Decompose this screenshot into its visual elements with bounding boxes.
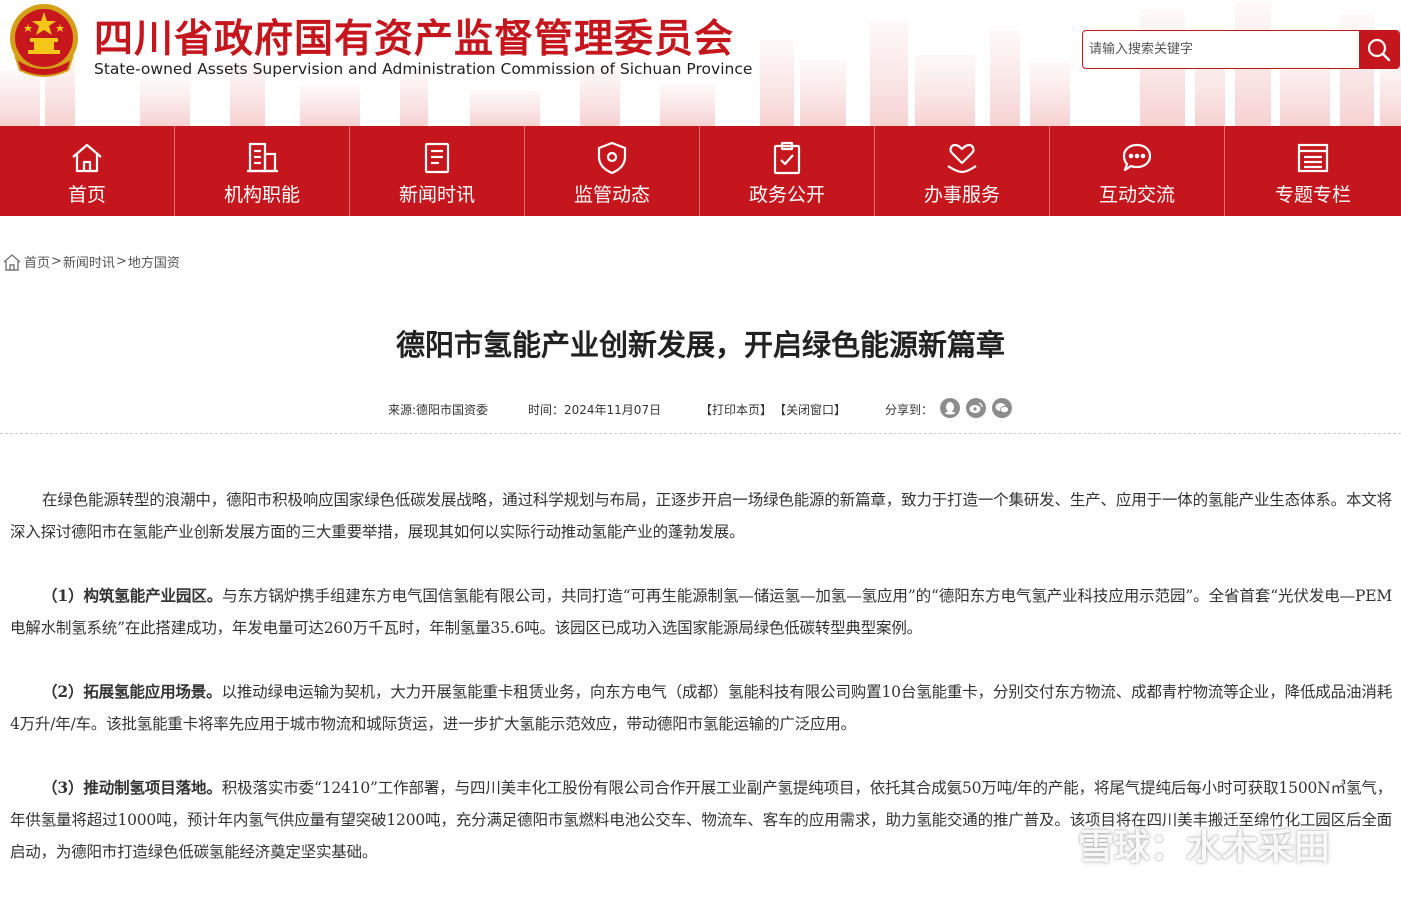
document-icon: [424, 142, 450, 173]
article-paragraph: （2）拓展氢能应用场景。以推动绿电运输为契机，大力开展氢能重卡租赁业务，向东方电…: [10, 676, 1392, 740]
chat-icon: [1122, 143, 1152, 171]
breadcrumb-news[interactable]: 新闻时讯: [63, 252, 115, 271]
qq-icon[interactable]: [940, 398, 960, 418]
nav-item-home[interactable]: 首页: [0, 126, 175, 216]
print-link[interactable]: 【打印本页】: [700, 401, 772, 418]
paragraph-text: 在绿色能源转型的浪潮中，德阳市积极响应国家绿色低碳发展战略，通过科学规划与布局，…: [10, 491, 1392, 541]
article-paragraph: 在绿色能源转型的浪潮中，德阳市积极响应国家绿色低碳发展战略，通过科学规划与布局，…: [10, 484, 1392, 548]
site-header: 四川省政府国有资产监督管理委员会 State-owned Assets Supe…: [0, 0, 1401, 126]
home-icon: [72, 143, 102, 172]
main-nav: 首页 机构职能 新闻时讯 监管动态 政务公开 办事服务 互动交流 专题专栏: [0, 126, 1401, 216]
national-emblem-icon: [10, 4, 78, 77]
nav-label: 机构职能: [223, 183, 300, 206]
nav-item-news[interactable]: 新闻时讯: [350, 126, 525, 216]
article-divider: [0, 433, 1401, 434]
nav-label: 首页: [67, 183, 106, 206]
clipboard-check-icon: [773, 141, 801, 174]
paragraph-lead: （1）构筑氢能产业园区。: [42, 586, 223, 605]
close-window-link[interactable]: 【关闭窗口】: [774, 401, 846, 418]
share-icons: [940, 398, 1012, 418]
article-title: 德阳市氢能产业创新发展，开启绿色能源新篇章: [395, 328, 1005, 362]
nav-item-services[interactable]: 办事服务: [875, 126, 1050, 216]
article-time: 时间：2024年11月07日: [528, 403, 662, 417]
nav-item-interaction[interactable]: 互动交流: [1050, 126, 1225, 216]
paragraph-lead: （2）拓展氢能应用场景。: [42, 682, 222, 701]
nav-item-government-affairs[interactable]: 政务公开: [700, 126, 875, 216]
home-icon: [3, 253, 21, 271]
nav-label: 新闻时讯: [398, 183, 475, 206]
breadcrumb-home[interactable]: 首页: [24, 252, 50, 271]
site-title-en: State-owned Assets Supervision and Admin…: [94, 60, 753, 78]
list-icon: [1297, 143, 1329, 172]
nav-label: 专题专栏: [1274, 183, 1351, 206]
search-button[interactable]: [1359, 31, 1399, 68]
nav-label: 监管动态: [573, 183, 650, 206]
nav-label: 政务公开: [748, 183, 825, 206]
building-icon: [247, 142, 278, 172]
nav-label: 办事服务: [923, 183, 1000, 206]
article-source: 来源:德阳市国资委: [388, 403, 489, 417]
search-input[interactable]: [1083, 31, 1359, 68]
nav-item-supervision[interactable]: 监管动态: [525, 126, 700, 216]
heart-hand-icon: [947, 143, 977, 173]
breadcrumb-local-sasac[interactable]: 地方国资: [128, 252, 180, 271]
watermark-text: 雪球：水木采田: [1078, 827, 1331, 868]
xueqiu-watermark: 雪球：水木采田: [1030, 818, 1330, 870]
share-label: 分享到：: [885, 403, 934, 417]
article-paragraph: （1）构筑氢能产业园区。与东方锅炉携手组建东方电气国信氢能有限公司，共同打造“可…: [10, 580, 1392, 644]
shield-icon: [597, 141, 627, 174]
search-icon: [1367, 38, 1391, 61]
paragraph-lead: （3）推动制氢项目落地。: [42, 778, 222, 797]
nav-item-topics[interactable]: 专题专栏: [1225, 126, 1401, 216]
weibo-icon[interactable]: [966, 398, 986, 418]
site-title-cn: 四川省政府国有资产监督管理委员会: [94, 16, 735, 62]
search-box: [1082, 30, 1400, 69]
snowball-logo-icon: [1031, 825, 1069, 863]
breadcrumb-separator: >: [115, 254, 127, 269]
breadcrumb: 首页 > 新闻时讯 > 地方国资: [2, 252, 180, 271]
nav-item-organization[interactable]: 机构职能: [175, 126, 350, 216]
wechat-icon[interactable]: [992, 398, 1012, 418]
breadcrumb-separator: >: [51, 254, 62, 269]
nav-label: 互动交流: [1098, 183, 1175, 206]
